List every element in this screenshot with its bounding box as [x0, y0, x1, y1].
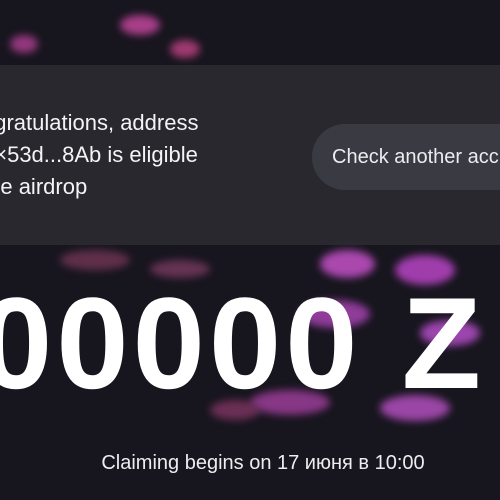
claiming-start-text: Claiming begins on 17 июня в 10:00 [101, 452, 425, 474]
check-another-account-button[interactable]: Check another acc [312, 124, 500, 190]
background-glow [120, 15, 160, 35]
background-glow [170, 40, 200, 58]
background-glow [10, 35, 38, 53]
eligibility-line-1: ngratulations, address [0, 110, 199, 135]
allocation-amount: 00000 Z [0, 270, 486, 416]
eligibility-message: ngratulations, address 0×53d...8Ab is el… [0, 107, 272, 203]
eligibility-line-3: the airdrop [0, 174, 88, 199]
eligibility-line-2: 0×53d...8Ab is eligible [0, 142, 198, 167]
airdrop-screen: ngratulations, address 0×53d...8Ab is el… [0, 0, 500, 500]
background-glow [60, 250, 130, 270]
